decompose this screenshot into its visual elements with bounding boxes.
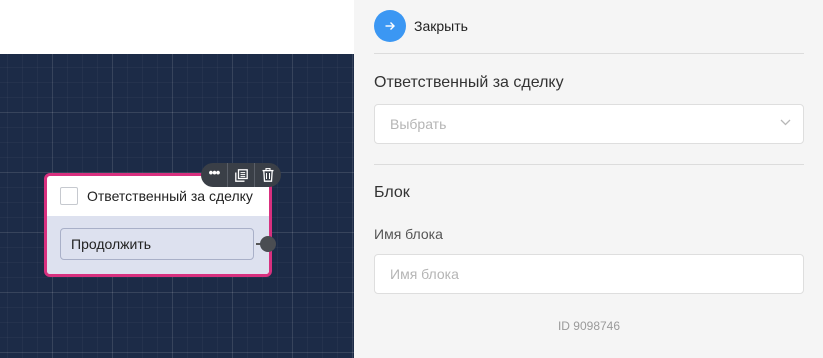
responsible-select[interactable]: Выбрать [374,104,804,144]
divider [374,164,804,165]
more-horizontal-icon: ••• [208,165,221,180]
continue-button[interactable]: Продолжить [60,228,254,260]
trash-icon [262,168,274,182]
block-id: ID 9098746 [557,319,621,333]
divider [374,53,804,54]
chevron-down-icon [780,119,791,126]
settings-panel: Закрыть Ответственный за сделку Выбрать … [354,0,823,358]
flow-node[interactable]: Ответственный за сделку Продолжить [44,173,272,277]
node-copy-button[interactable] [227,163,254,187]
arrow-right-icon [374,10,406,42]
select-placeholder: Выбрать [390,116,447,132]
node-delete-button[interactable] [254,163,281,187]
responsible-label: Ответственный за сделку [374,74,564,91]
block-heading: Блок [374,184,410,201]
copy-icon [234,168,248,182]
node-toolbar: ••• [201,163,281,187]
output-port[interactable] [260,236,276,252]
block-name-label: Имя блока [374,226,443,242]
node-title: Ответственный за сделку [87,188,253,204]
node-body: Продолжить [47,216,269,274]
editor-top-bar [0,0,354,54]
node-menu-button[interactable]: ••• [201,163,227,187]
close-button[interactable]: Закрыть [374,10,468,42]
close-label: Закрыть [414,18,468,34]
node-checkbox[interactable] [60,187,78,205]
block-name-input[interactable] [374,254,804,294]
